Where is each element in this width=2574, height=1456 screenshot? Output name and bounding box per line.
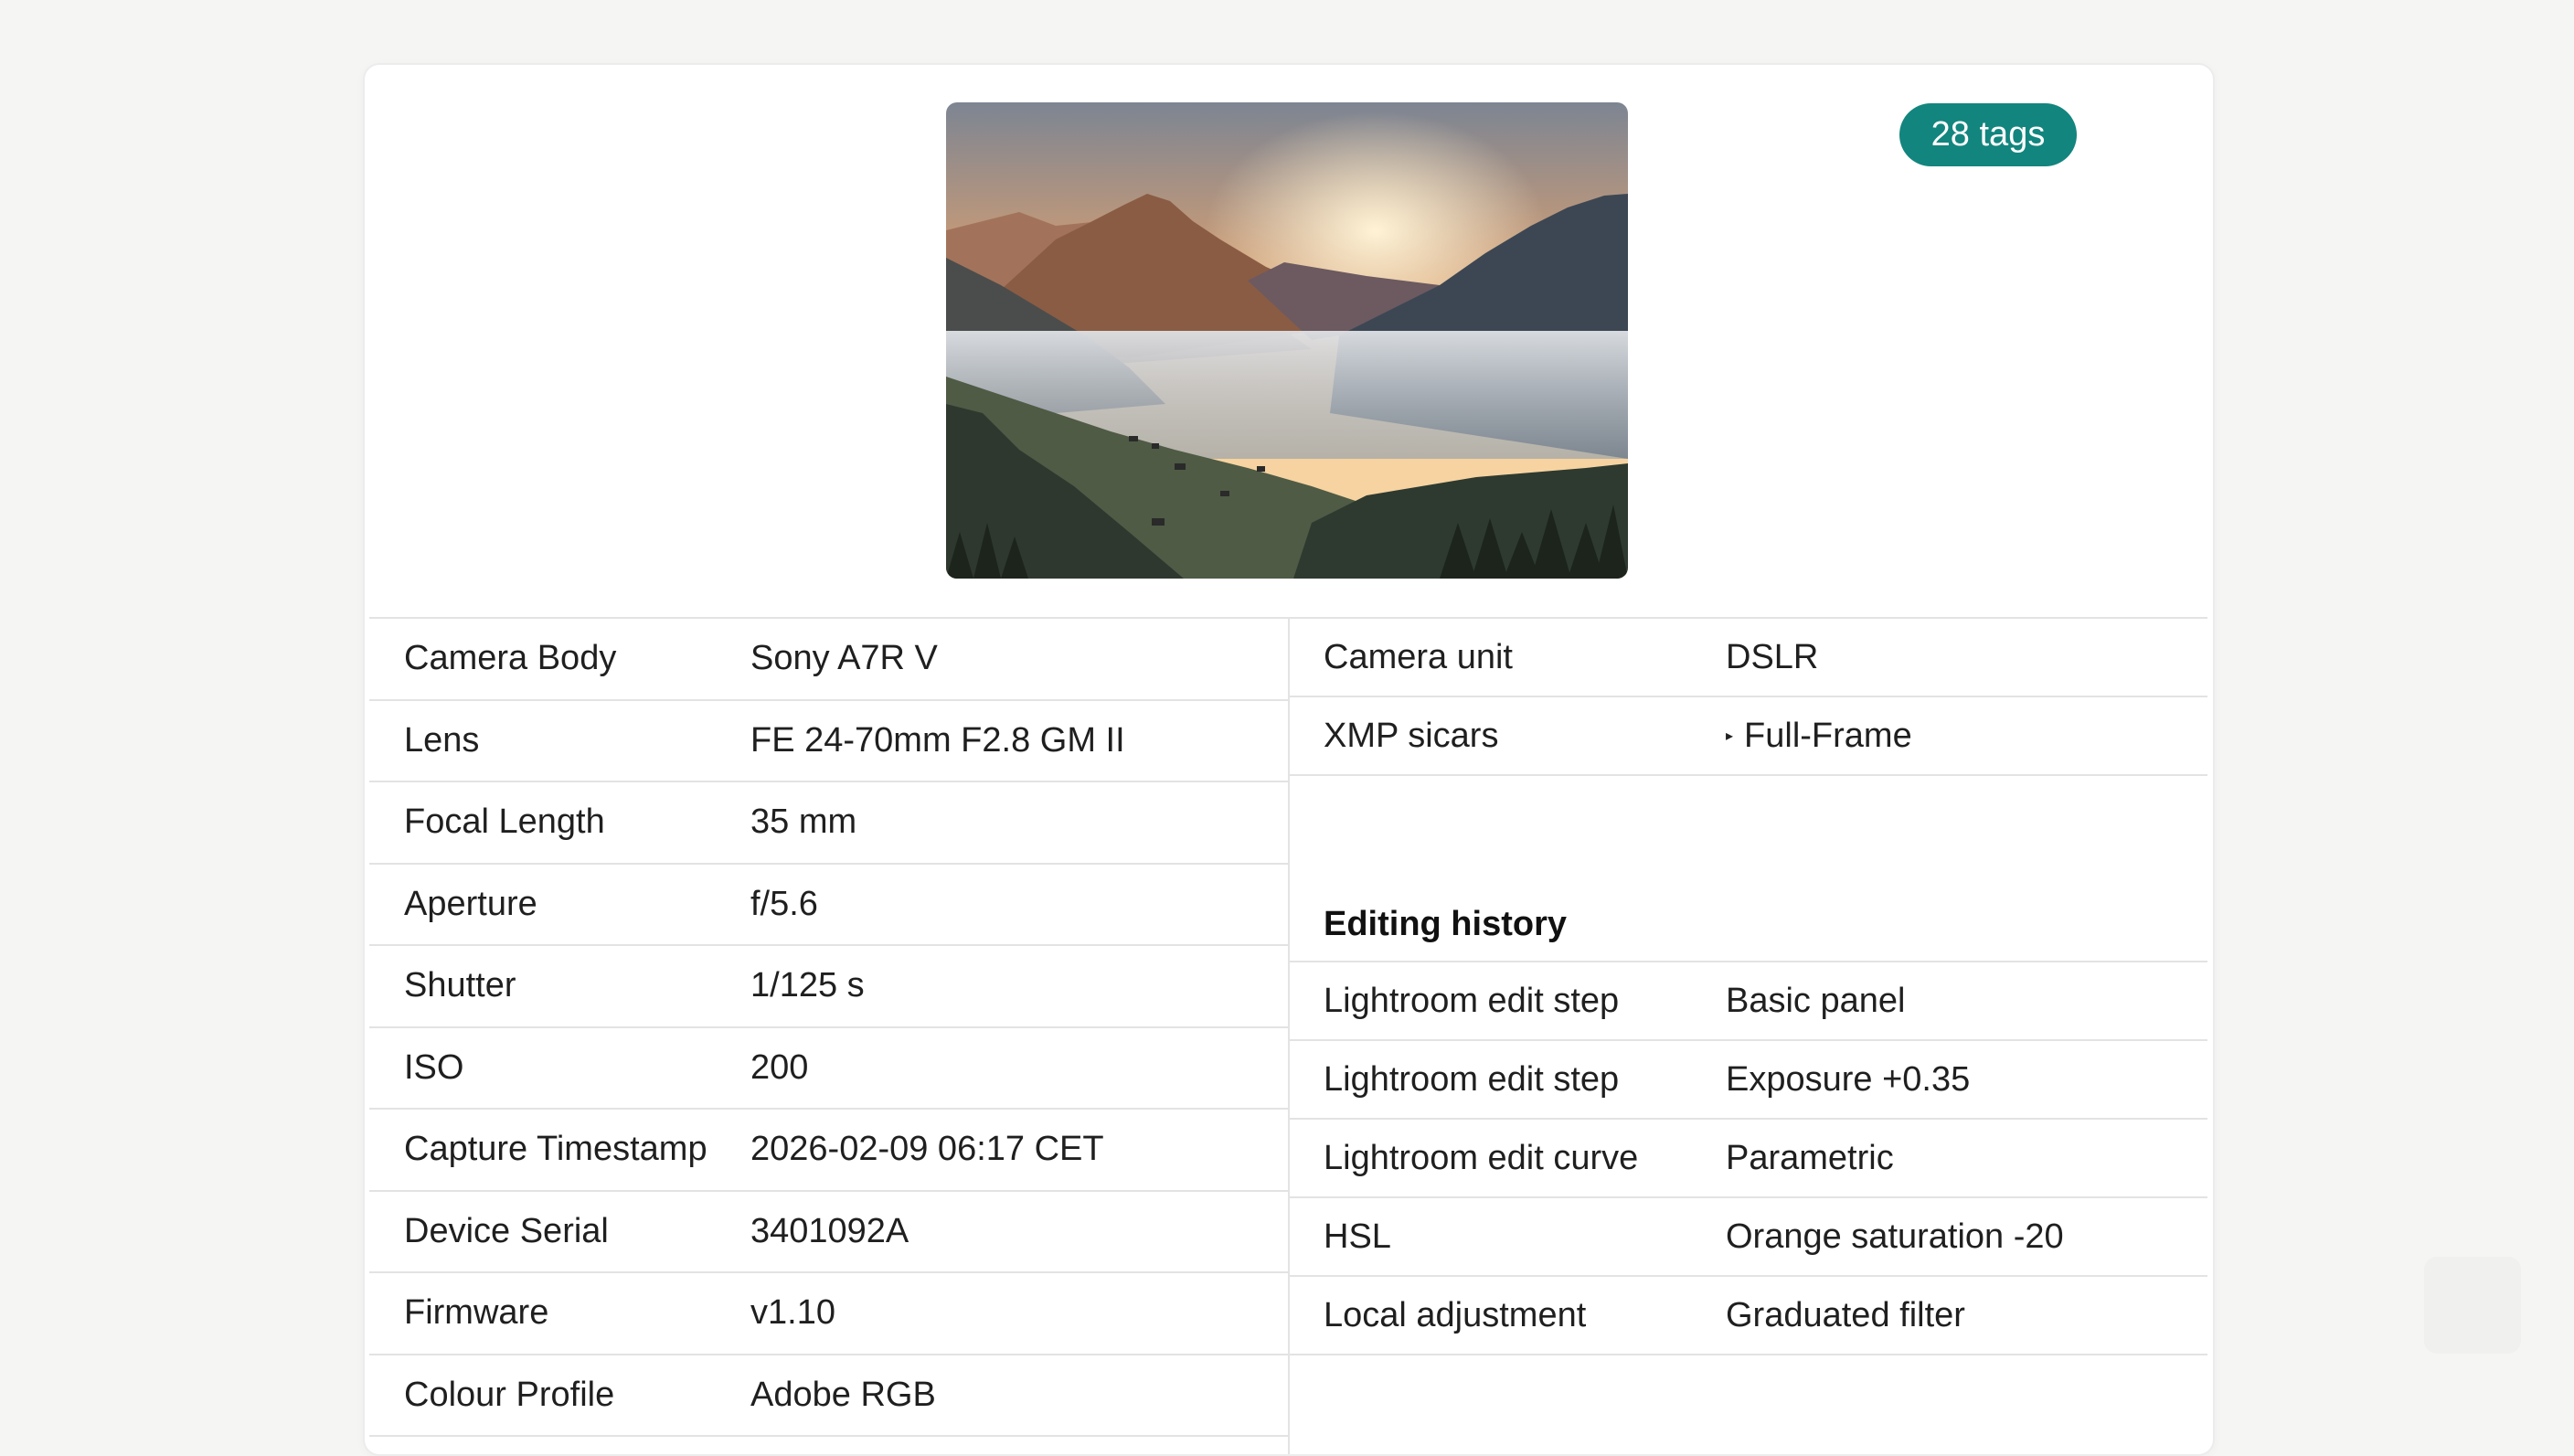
floating-placeholder bbox=[2424, 1257, 2521, 1354]
row-value: 2026-02-09 06:17 CET bbox=[750, 1130, 1104, 1169]
table-row: Colour Profile Adobe RGB bbox=[369, 1355, 1288, 1437]
table-row: Lightroom edit step Exposure +0.35 bbox=[1289, 1041, 2207, 1120]
table-row: Device Serial 3401092A bbox=[369, 1192, 1288, 1273]
row-value: f/5.6 bbox=[750, 884, 818, 923]
row-key: Shutter bbox=[404, 966, 516, 1005]
table-row: Local adjustment Graduated filter bbox=[1289, 1277, 2207, 1355]
row-key: Local adjustment bbox=[1324, 1295, 1587, 1334]
table-row: Camera unit DSLR bbox=[1289, 619, 2207, 697]
row-value: Parametric bbox=[1726, 1138, 1894, 1177]
metadata-card: 28 tags Camera Body Sony A7R V Lens FE 2… bbox=[363, 63, 2215, 1456]
row-value: Exposure +0.35 bbox=[1726, 1059, 1971, 1099]
row-value: Full-Frame bbox=[1744, 716, 1912, 755]
table-row: HSL Orange saturation -20 bbox=[1289, 1198, 2207, 1277]
row-key: HSL bbox=[1324, 1217, 1391, 1256]
row-value: 3401092A bbox=[750, 1211, 909, 1250]
table-row: Lightroom edit step Basic panel bbox=[1289, 962, 2207, 1041]
table-row: Capture Timestamp 2026-02-09 06:17 CET bbox=[369, 1110, 1288, 1192]
row-value: 35 mm bbox=[750, 802, 857, 842]
table-row: Shutter 1/125 s bbox=[369, 946, 1288, 1028]
table-row: Lightroom edit curve Parametric bbox=[1289, 1120, 2207, 1198]
row-key: Lens bbox=[404, 720, 480, 760]
extra-details-table: Camera unit DSLR XMP sicars ▸ Full-Frame… bbox=[1289, 617, 2207, 1454]
row-key: Lightroom edit step bbox=[1324, 981, 1620, 1020]
row-key: Device Serial bbox=[404, 1211, 609, 1250]
editing-history-heading: Editing history bbox=[1289, 884, 2207, 962]
table-row: ISO 200 bbox=[369, 1028, 1288, 1110]
tags-count-badge[interactable]: 28 tags bbox=[1899, 103, 2077, 166]
xmp-expandable-row[interactable]: XMP sicars ▸ Full-Frame bbox=[1289, 697, 2207, 776]
row-key: ISO bbox=[404, 1047, 464, 1087]
row-value: v1.10 bbox=[750, 1293, 835, 1333]
row-key: Capture Timestamp bbox=[404, 1130, 707, 1169]
row-key: Colour Profile bbox=[404, 1375, 615, 1414]
row-key: Camera unit bbox=[1324, 637, 1513, 676]
row-key: Lightroom edit step bbox=[1324, 1059, 1620, 1099]
row-value: 1/125 s bbox=[750, 966, 865, 1005]
row-key: Focal Length bbox=[404, 802, 605, 842]
table-row: Firmware v1.10 bbox=[369, 1273, 1288, 1355]
row-value: Orange saturation -20 bbox=[1726, 1217, 2064, 1256]
row-value: DSLR bbox=[1726, 637, 1819, 676]
row-key: Firmware bbox=[404, 1293, 549, 1333]
table-row: Lens FE 24-70mm F2.8 GM II bbox=[369, 701, 1288, 782]
row-value: Basic panel bbox=[1726, 981, 1906, 1020]
row-value: FE 24-70mm F2.8 GM II bbox=[750, 720, 1125, 760]
camera-details-table: Camera Body Sony A7R V Lens FE 24-70mm F… bbox=[369, 617, 1290, 1454]
triangle-right-icon[interactable]: ▸ bbox=[1726, 727, 1733, 745]
row-key: XMP sicars bbox=[1324, 716, 1499, 755]
section-title: Editing history bbox=[1324, 905, 1567, 943]
row-key: Aperture bbox=[404, 884, 537, 923]
table-row: Focal Length 35 mm bbox=[369, 782, 1288, 865]
table-row: Camera Body Sony A7R V bbox=[369, 619, 1288, 701]
row-value: Adobe RGB bbox=[750, 1375, 936, 1414]
landscape-photo[interactable] bbox=[946, 102, 1628, 579]
row-value: Graduated filter bbox=[1726, 1295, 1965, 1334]
row-key: Lightroom edit curve bbox=[1324, 1138, 1639, 1177]
row-value: Sony A7R V bbox=[750, 639, 938, 678]
row-value: 200 bbox=[750, 1047, 809, 1087]
table-row: Aperture f/5.6 bbox=[369, 865, 1288, 946]
row-key: Camera Body bbox=[404, 639, 617, 678]
